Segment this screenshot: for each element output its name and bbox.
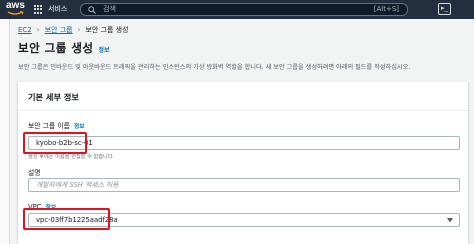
security-group-name-input[interactable]: kyobo-b2b-sc-01	[28, 136, 460, 150]
services-menu-button[interactable]: 서비스	[48, 4, 67, 14]
description-input[interactable]: 개발자에게 SSH 액세스 허용	[28, 178, 460, 192]
search-icon	[88, 6, 96, 14]
page-description: 보안 그룹은 인바운드 및 아웃바운드 트래픽을 관리하는 인스턴스의 가상 방…	[18, 64, 411, 71]
top-navigation-bar: aws 서비스 검색 [Alt+S] ▸_	[0, 0, 474, 19]
description-label-text: 설명	[28, 169, 41, 177]
security-group-name-label: 보안 그룹 이름 정보	[28, 120, 85, 130]
page-info-link[interactable]: 정보	[99, 45, 110, 54]
description-label: 설명	[28, 167, 41, 177]
aws-logo[interactable]: aws	[6, 1, 26, 17]
page-title: 보안 그룹 생성	[18, 41, 94, 55]
cloudshell-button[interactable]: ▸_	[438, 3, 451, 15]
security-group-name-info-link[interactable]: 정보	[74, 121, 85, 130]
breadcrumb-ec2[interactable]: EC2	[18, 26, 32, 34]
search-shortcut-hint: [Alt+S]	[373, 5, 399, 13]
security-group-name-hint: 생성 후에는 이름을 편집할 수 없습니다.	[28, 154, 115, 160]
section-title: 기본 세부 정보	[28, 92, 79, 102]
chevron-down-icon	[447, 218, 453, 223]
services-grid-icon[interactable]	[34, 5, 43, 14]
breadcrumb-separator: ›	[77, 26, 81, 34]
aws-logo-text: aws	[6, 0, 25, 11]
cloudshell-icon: ▸_	[441, 4, 449, 12]
description-placeholder: 개발자에게 SSH 액세스 허용	[36, 181, 119, 189]
page-header: 보안 그룹 생성 정보	[18, 40, 110, 56]
security-group-name-label-text: 보안 그룹 이름	[28, 122, 70, 130]
name-highlight-box	[23, 132, 87, 154]
breadcrumb-separator: ›	[36, 26, 40, 34]
breadcrumb: EC2 › 보안 그룹 › 보안 그룹 생성	[18, 24, 128, 36]
aws-smile-icon	[7, 11, 24, 15]
side-navigation-rail[interactable]	[0, 19, 10, 244]
vpc-highlight-box	[23, 208, 110, 230]
basic-details-container: 기본 세부 정보 보안 그룹 이름 정보 kyobo-b2b-sc-01 생성 …	[18, 82, 468, 244]
basic-details-header: 기본 세부 정보	[18, 82, 468, 111]
breadcrumb-security-groups[interactable]: 보안 그룹	[45, 25, 73, 35]
global-search-input[interactable]: 검색 [Alt+S]	[80, 3, 408, 16]
search-placeholder: 검색	[103, 5, 116, 13]
breadcrumb-current: 보안 그룹 생성	[85, 26, 129, 34]
